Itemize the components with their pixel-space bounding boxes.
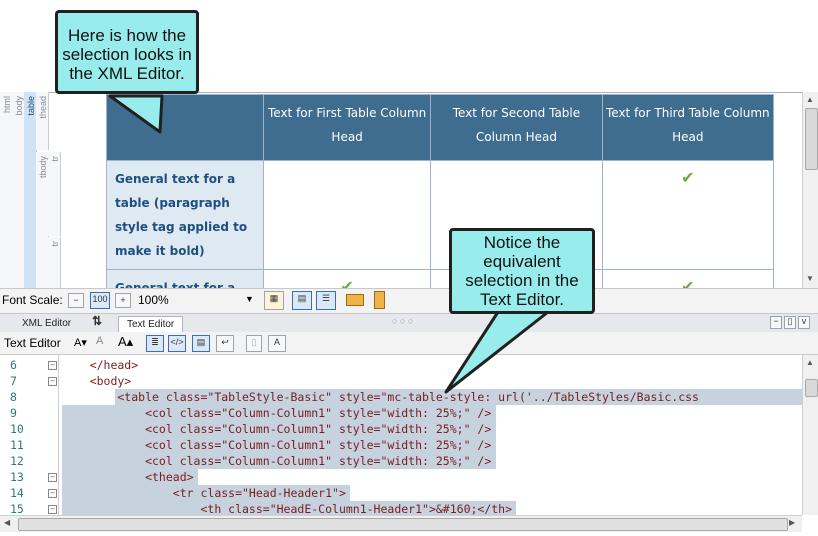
callout-pointer-text xyxy=(444,310,550,394)
callout-text-text: Notice the equivalent selection in the T… xyxy=(465,233,579,309)
callout-text-editor: Notice the equivalent selection in the T… xyxy=(449,228,595,314)
